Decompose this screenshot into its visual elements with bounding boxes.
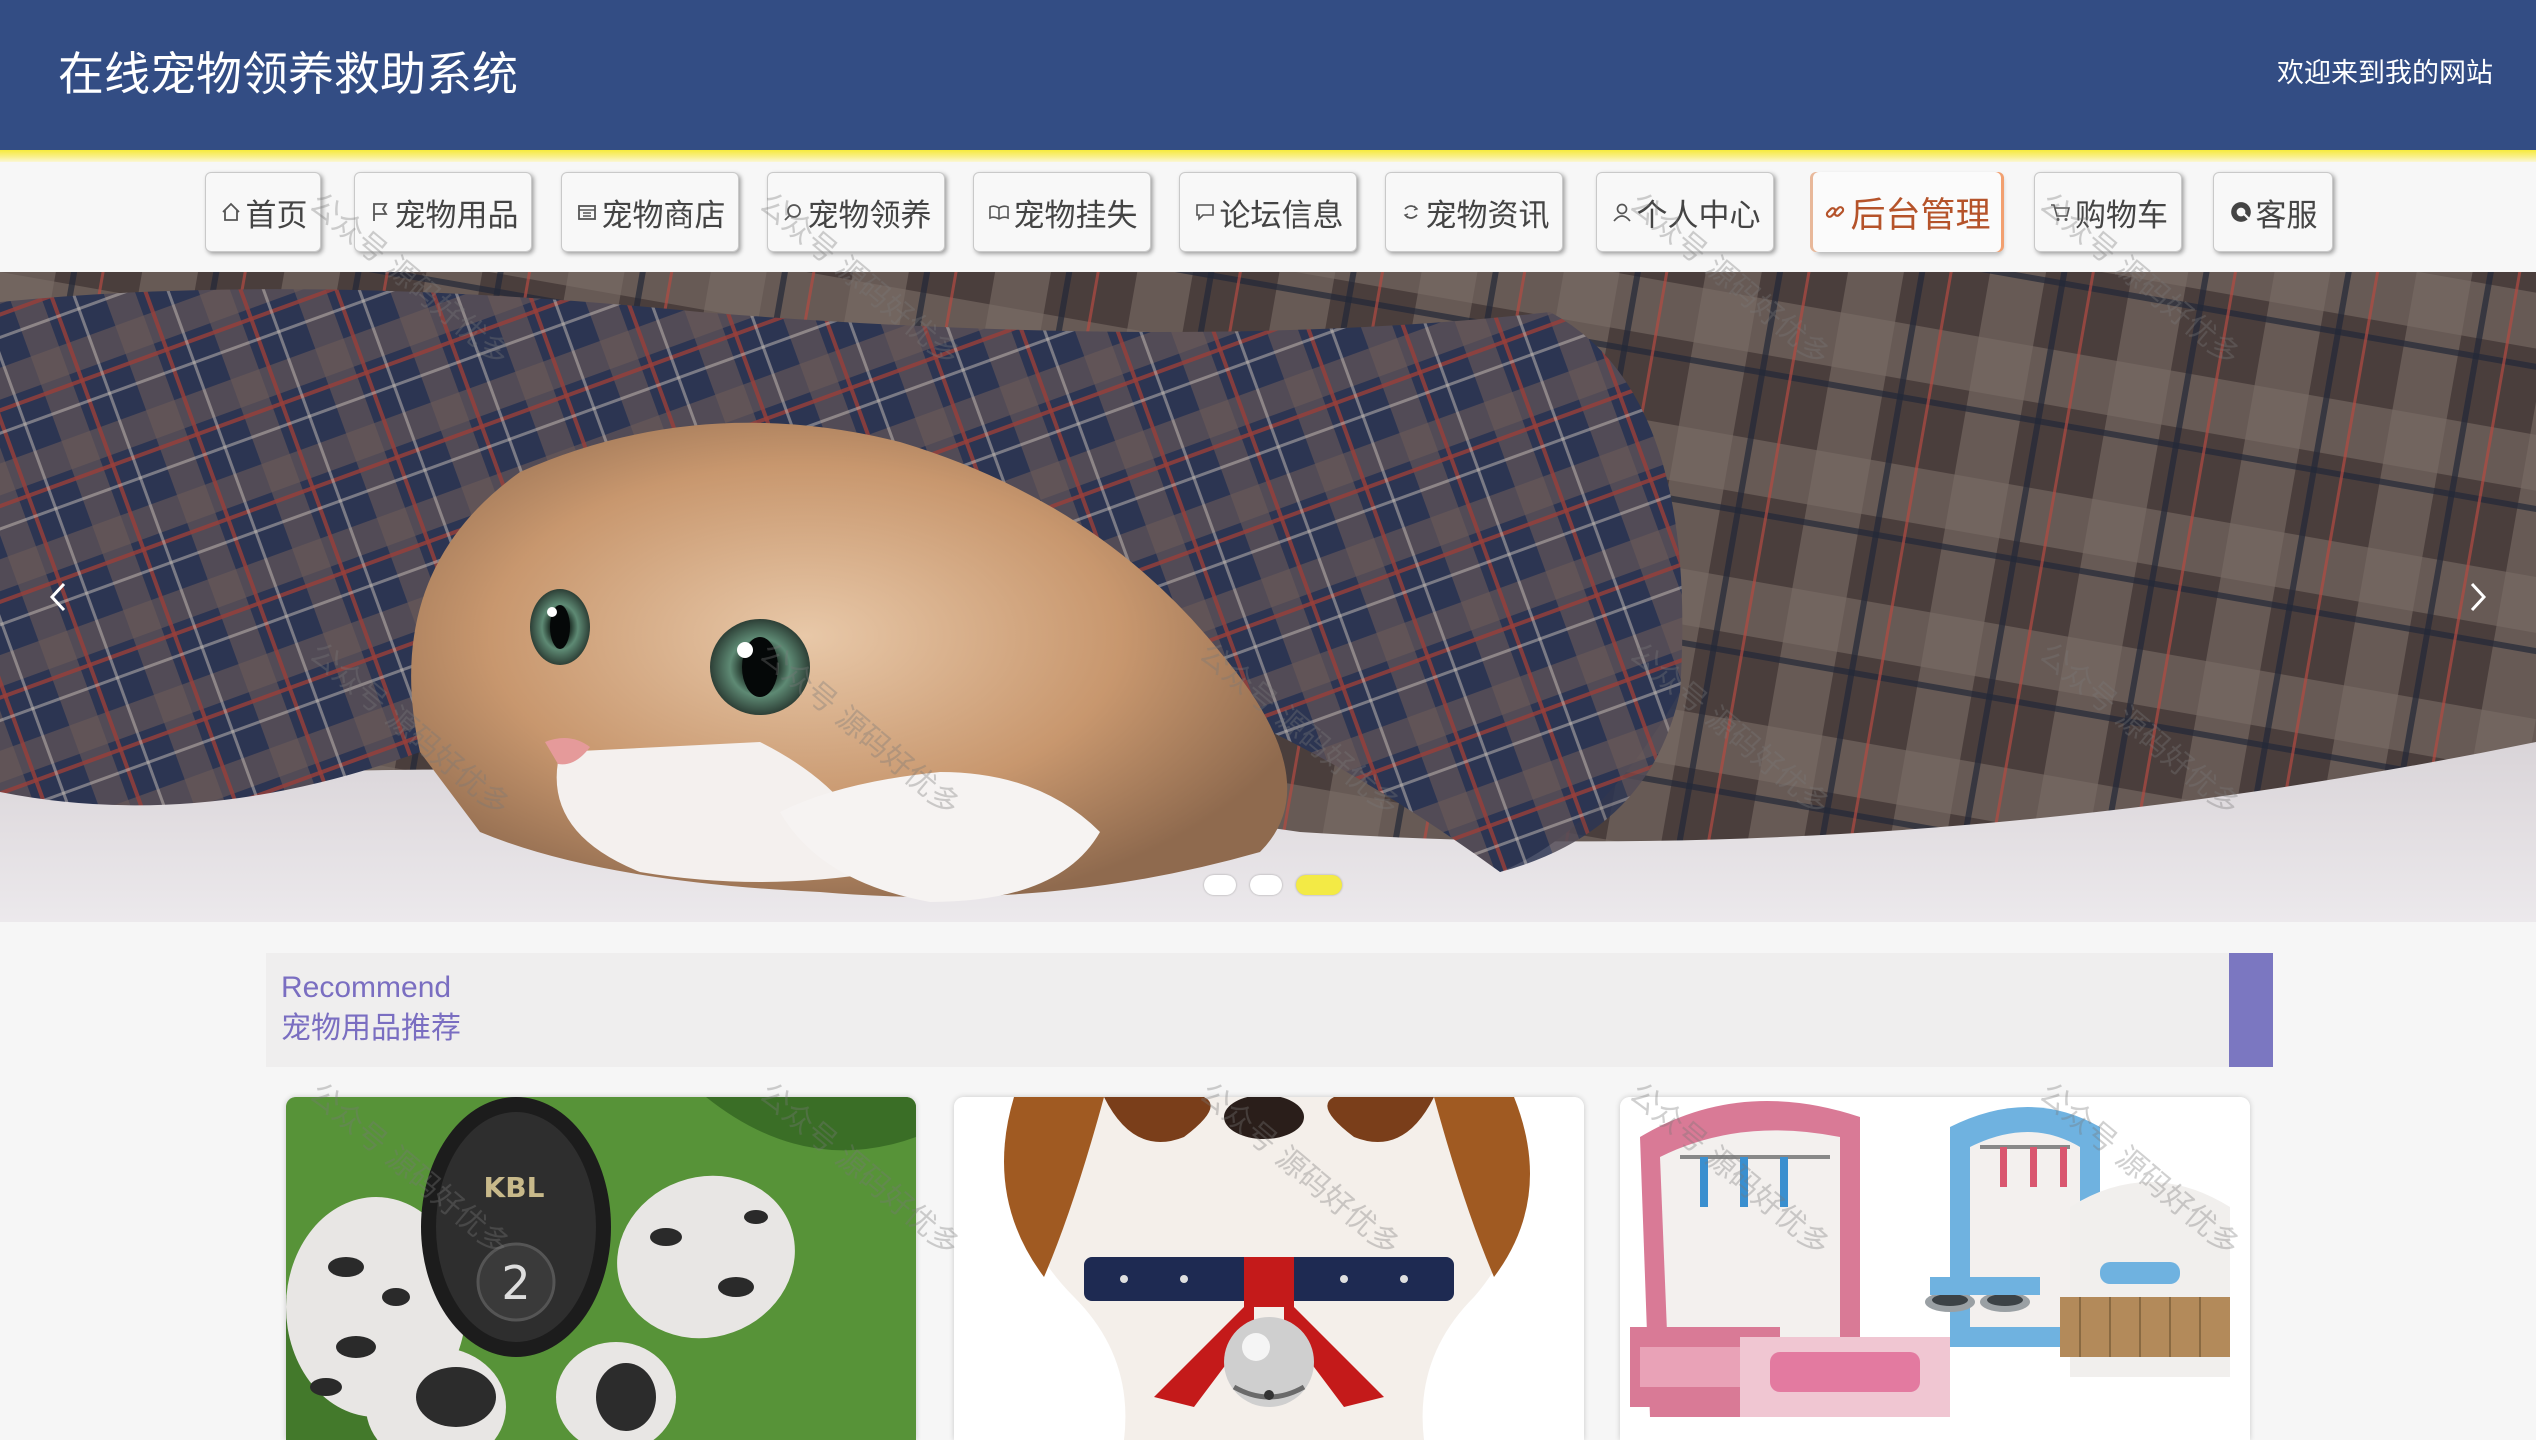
svg-text:2: 2 bbox=[501, 1256, 530, 1310]
news-icon bbox=[1399, 200, 1423, 224]
nav-item-home[interactable]: 首页 bbox=[205, 172, 321, 252]
service-icon bbox=[2229, 200, 2253, 224]
product-image-dog-collar bbox=[954, 1097, 1584, 1440]
carousel-prev-button[interactable] bbox=[33, 572, 83, 622]
book-icon bbox=[987, 200, 1011, 224]
nav-item-label: 宠物资讯 bbox=[1425, 197, 1550, 234]
carousel-indicators bbox=[1204, 874, 1342, 896]
nav-item-label: 客服 bbox=[2255, 197, 2318, 234]
search-icon bbox=[781, 200, 805, 224]
chevron-right-icon bbox=[2468, 581, 2488, 613]
nav-item-pet-news[interactable]: 宠物资讯 bbox=[1385, 172, 1563, 252]
cart-icon bbox=[2048, 200, 2072, 224]
nav-item-customer-service[interactable]: 客服 bbox=[2213, 172, 2333, 252]
nav-item-pet-store[interactable]: 宠物商店 bbox=[561, 172, 739, 252]
carousel-dot-1[interactable] bbox=[1204, 875, 1236, 895]
nav-item-pet-supplies[interactable]: 宠物用品 bbox=[354, 172, 532, 252]
nav-item-pet-adoption[interactable]: 宠物领养 bbox=[767, 172, 945, 252]
recommend-accent-block bbox=[2229, 953, 2273, 1067]
nav-item-profile[interactable]: 个人中心 bbox=[1596, 172, 1774, 252]
product-image-pet-furniture bbox=[1620, 1097, 2250, 1440]
nav-item-label: 宠物商店 bbox=[601, 197, 726, 234]
nav-item-label: 宠物用品 bbox=[394, 197, 519, 234]
store-icon bbox=[575, 200, 599, 224]
nav-item-label: 首页 bbox=[245, 197, 308, 234]
nav-item-forum[interactable]: 论坛信息 bbox=[1179, 172, 1357, 252]
product-card-1[interactable]: 2 KBL bbox=[286, 1097, 916, 1440]
main-nav: 首页 宠物用品 宠物商店 宠物领养 宠物挂失 论坛信息 宠物资讯 个人中心 后台… bbox=[0, 162, 2536, 272]
carousel-dot-2[interactable] bbox=[1250, 875, 1282, 895]
nav-item-label: 购物车 bbox=[2075, 197, 2168, 234]
banner-carousel bbox=[0, 272, 2536, 922]
site-title: 在线宠物领养救助系统 bbox=[58, 47, 518, 101]
recommend-section-header: Recommend 宠物用品推荐 bbox=[266, 953, 2273, 1067]
banner-image-kitten bbox=[0, 272, 2536, 922]
product-image-dog-shoes: 2 KBL bbox=[286, 1097, 916, 1440]
welcome-text: 欢迎来到我的网站 bbox=[2277, 58, 2493, 89]
carousel-next-button[interactable] bbox=[2453, 572, 2503, 622]
nav-item-cart[interactable]: 购物车 bbox=[2034, 172, 2182, 252]
carousel-dot-3[interactable] bbox=[1296, 875, 1342, 895]
product-card-2[interactable] bbox=[954, 1097, 1584, 1440]
link-icon bbox=[1823, 200, 1847, 224]
nav-item-label: 宠物领养 bbox=[807, 197, 932, 234]
home-icon bbox=[219, 200, 243, 224]
nav-item-label: 宠物挂失 bbox=[1013, 197, 1138, 234]
chat-icon bbox=[1193, 200, 1217, 224]
nav-item-label: 个人中心 bbox=[1636, 197, 1761, 234]
nav-item-label: 后台管理 bbox=[1850, 195, 1991, 236]
nav-item-label: 论坛信息 bbox=[1219, 197, 1344, 234]
chevron-left-icon bbox=[48, 581, 68, 613]
user-icon bbox=[1610, 200, 1634, 224]
nav-item-pet-lost[interactable]: 宠物挂失 bbox=[973, 172, 1151, 252]
svg-text:KBL: KBL bbox=[484, 1171, 545, 1204]
product-card-3[interactable] bbox=[1620, 1097, 2250, 1440]
header-bar: 在线宠物领养救助系统 欢迎来到我的网站 bbox=[0, 0, 2536, 150]
header-accent-stripe bbox=[0, 150, 2536, 162]
nav-item-admin[interactable]: 后台管理 bbox=[1813, 172, 2001, 252]
recommend-title-en: Recommend bbox=[281, 971, 452, 1004]
flag-icon bbox=[368, 200, 392, 224]
recommend-title-cn: 宠物用品推荐 bbox=[281, 1011, 461, 1046]
